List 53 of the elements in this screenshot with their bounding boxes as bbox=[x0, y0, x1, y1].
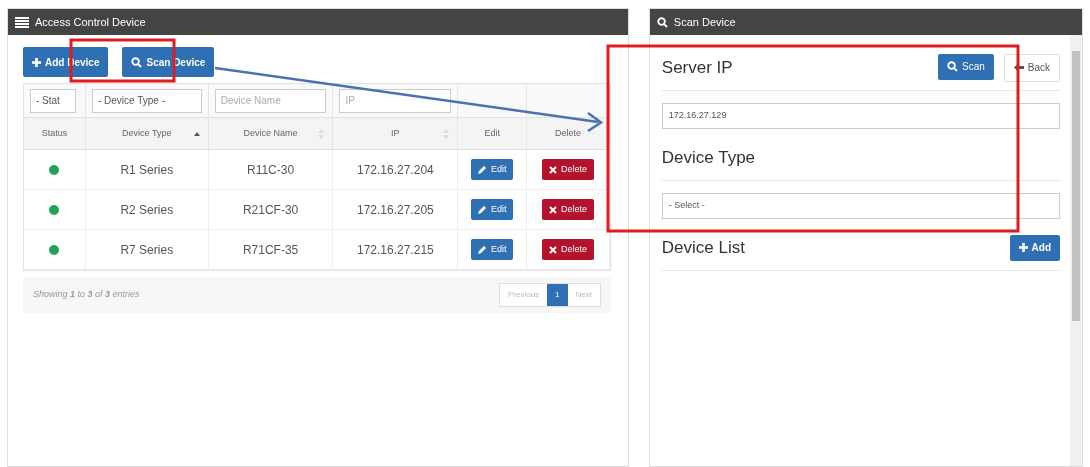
edit-button[interactable]: Edit bbox=[470, 239, 514, 260]
close-icon bbox=[549, 205, 558, 214]
add-button[interactable]: Add bbox=[1009, 234, 1060, 261]
entries-info: Showing 1 to 3 of 3 entries bbox=[33, 288, 140, 302]
select-field[interactable]: - Select - bbox=[661, 193, 1060, 219]
table-cell-text: R71CF-35 bbox=[242, 241, 299, 259]
column-header: Edit bbox=[458, 118, 528, 149]
delete-button[interactable]: Delete bbox=[542, 239, 595, 260]
search-icon bbox=[946, 61, 958, 72]
sort-ascending-icon bbox=[193, 131, 200, 136]
close-icon bbox=[549, 165, 558, 174]
table-cell-text: R11C-30 bbox=[247, 161, 295, 179]
table-cell-text: 172.16.27.204 bbox=[357, 161, 434, 179]
pencil-icon bbox=[477, 165, 487, 174]
delete-button[interactable]: Delete bbox=[542, 199, 595, 220]
section-heading: Server IP bbox=[661, 56, 733, 79]
column-header[interactable]: Device Name bbox=[208, 118, 334, 149]
column-header[interactable]: IP bbox=[333, 118, 459, 149]
plus-icon bbox=[32, 57, 41, 67]
input-field[interactable]: 172.16.27.129 bbox=[661, 103, 1060, 129]
pencil-icon bbox=[477, 245, 487, 254]
table-cell-text: R2 Series bbox=[120, 201, 174, 219]
table-cell-text: 172.16.27.205 bbox=[357, 201, 434, 219]
back-button[interactable]: Back bbox=[1003, 53, 1060, 82]
page-button[interactable]: 1 bbox=[547, 284, 568, 306]
scrollbar-thumb[interactable] bbox=[1072, 51, 1080, 321]
column-header: Status bbox=[24, 118, 86, 149]
filter-select[interactable]: - Device Type - bbox=[91, 88, 202, 113]
list-icon bbox=[15, 16, 29, 28]
table-cell-text: R1 Series bbox=[120, 161, 174, 179]
table-cell-text: R7 Series bbox=[120, 241, 174, 259]
table-cell-text: R21CF-30 bbox=[242, 201, 299, 219]
delete-button[interactable]: Delete bbox=[542, 159, 595, 180]
panel-title: Access Control Device bbox=[35, 14, 146, 30]
close-icon bbox=[549, 245, 558, 254]
page-button: Previous bbox=[499, 284, 548, 306]
filter-select[interactable]: - Stat bbox=[30, 88, 76, 113]
edit-button[interactable]: Edit bbox=[470, 159, 514, 180]
scan-button[interactable]: Scan bbox=[937, 53, 994, 80]
column-header: Delete bbox=[527, 118, 610, 149]
scrollbar[interactable] bbox=[1070, 35, 1082, 466]
plus-icon bbox=[1018, 243, 1028, 252]
back-arrow-icon bbox=[1013, 63, 1024, 72]
edit-button[interactable]: Edit bbox=[470, 199, 514, 220]
table-cell-text: 172.16.27.215 bbox=[357, 241, 434, 259]
column-header[interactable]: Device Type bbox=[85, 118, 209, 149]
pencil-icon bbox=[477, 205, 487, 214]
page-button: Next bbox=[567, 284, 600, 306]
section-heading: Device Type bbox=[661, 146, 756, 169]
search-icon bbox=[131, 56, 143, 68]
section-heading: Device List bbox=[661, 236, 745, 259]
search-icon bbox=[656, 16, 668, 28]
panel-title: Scan Device bbox=[673, 14, 736, 30]
